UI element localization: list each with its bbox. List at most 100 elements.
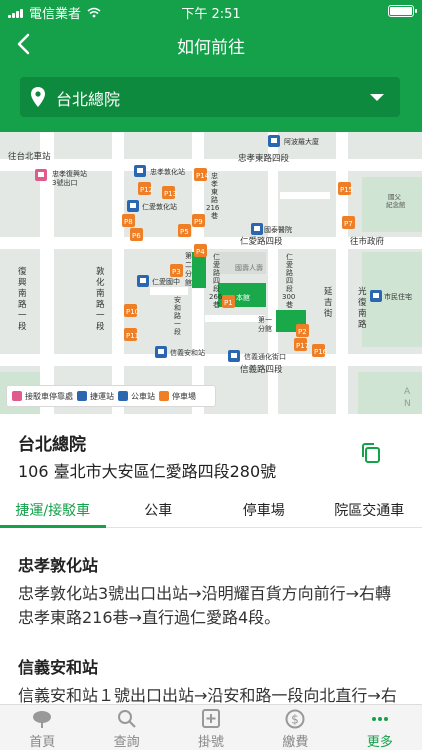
map-label-city-bus: 市民住宅 [384, 292, 412, 301]
map-label-guoshou: 國壽人壽 [235, 263, 263, 272]
bus-icon-city-bus [370, 290, 382, 302]
parking-marker-label: P5 [180, 228, 189, 236]
parking-marker: P1 [222, 295, 235, 308]
parking-marker: P13 [162, 186, 177, 199]
tab-metro-shuttle[interactable]: 捷運/接駁車 [0, 490, 106, 528]
location-pin-icon [31, 87, 45, 107]
copy-icon[interactable] [360, 442, 382, 464]
more-dots-icon [371, 717, 388, 721]
parking-marker-label: P2 [298, 328, 307, 336]
nav-more[interactable]: 更多 [338, 705, 422, 750]
directions-content: 忠孝敦化站 忠孝敦化站3號出口出站→沿明耀百貨方向前行→右轉忠孝東路216巷→直… [0, 528, 422, 704]
legend-bus: 公車站 [118, 391, 155, 402]
parking-marker-label: P9 [194, 218, 203, 226]
bus-icon-xinyi-tonghua [228, 350, 240, 362]
status-time: 下午 2:51 [181, 7, 241, 22]
parking-marker: P12 [138, 182, 153, 195]
map-label-xinyi-anhe: 信義安和站 [170, 348, 205, 357]
bus-icon-renai-dunhua [127, 200, 139, 212]
map-label-xinyi-tonghua: 信義通化街口 [244, 352, 286, 361]
map-label-guotai: 國泰醫院 [264, 225, 292, 234]
parking-marker: P6 [130, 228, 143, 241]
map-label-apollo: 阿波羅大廈 [284, 137, 319, 146]
parking-marker-label: P7 [344, 220, 353, 228]
parking-marker: P7 [342, 216, 355, 229]
metro-legend-icon [77, 391, 87, 401]
legend-parking: 停車場 [159, 391, 196, 402]
parking-marker: P4 [194, 244, 207, 257]
nav-register[interactable]: 掛號 [169, 705, 253, 750]
parking-marker: P17 [294, 338, 309, 351]
parking-marker-label: P17 [296, 342, 309, 350]
metro-icon-xinyi-anhe [155, 346, 167, 358]
dollar-icon: $ [285, 709, 305, 729]
parking-marker: P9 [192, 214, 205, 227]
shuttle-legend-icon [12, 391, 22, 401]
location-select[interactable]: 台北總院 [20, 77, 400, 117]
svg-text:$: $ [292, 713, 300, 727]
parking-marker: P11 [124, 328, 139, 341]
address-block: 台北總院 106 臺北市大安區仁愛路四段280號 [0, 414, 422, 484]
parking-marker: P10 [124, 304, 139, 317]
parking-marker: P15 [338, 182, 353, 195]
plus-square-icon [202, 709, 221, 728]
location-value: 台北總院 [56, 90, 121, 109]
nav-search[interactable]: 查詢 [84, 705, 168, 750]
hospital-name: 台北總院 [18, 435, 86, 455]
parking-marker-label: P1 [224, 299, 233, 307]
map-label-renai: 仁愛路四段 [240, 236, 283, 247]
hospital-address: 106 臺北市大安區仁愛路四段280號 [18, 462, 277, 481]
map-label-station: 往台北車站 [8, 151, 51, 162]
map-legend: 接駁車停靠處 捷運站 公車站 停車場 [6, 385, 216, 407]
parking-marker: P3 [170, 264, 183, 277]
nav-bar: 如何前往 [0, 22, 422, 66]
search-icon [117, 710, 136, 728]
bottom-nav: 首頁 查詢 掛號 $ 繳費 更多 [0, 704, 422, 750]
section-title: 信義安和站 [18, 658, 99, 677]
bus-icon-guotai [251, 223, 263, 235]
parking-marker: P5 [178, 224, 191, 237]
bus-icon-renai-junior [137, 275, 149, 287]
map-label-zhongxiao: 忠孝東路四段 [238, 153, 290, 164]
section-text: 信義安和站１號出口出站→沿安和路一段向北直行→右轉仁愛路四段266巷。 [18, 686, 397, 704]
nav-home[interactable]: 首頁 [0, 705, 84, 750]
parking-marker-label: P11 [126, 332, 139, 340]
status-bar: 電信業者 下午 2:51 [0, 0, 422, 22]
direction-section: 信義安和站 信義安和站１號出口出站→沿安和路一段向北直行→右轉仁愛路四段266巷… [0, 654, 422, 704]
parking-marker-label: P10 [126, 308, 139, 316]
section-title: 忠孝敦化站 [18, 556, 99, 575]
parking-marker-label: P3 [172, 268, 181, 276]
location-map[interactable]: 本館 往台北車站 忠孝東路四段 仁愛路四段 往市政府 信義路四段 阿波羅大廈 忠… [0, 132, 422, 414]
metro-icon-zhongxiao-fuxing [35, 169, 47, 181]
parking-marker: P2 [296, 324, 309, 337]
section-text: 忠孝敦化站3號出口出站→沿明耀百貨方向前行→右轉忠孝東路216巷→直行過仁愛路4… [18, 584, 391, 627]
legend-metro: 捷運站 [77, 391, 114, 402]
parking-marker-label: P6 [132, 232, 141, 240]
tab-campus-shuttle[interactable]: 院區交通車 [317, 490, 422, 527]
map-label-xinyi: 信義路四段 [240, 364, 283, 375]
map-label-city-hall: 往市政府 [350, 236, 385, 247]
parking-marker-label: P13 [164, 190, 177, 198]
nav-payment[interactable]: $ 繳費 [253, 705, 337, 750]
parking-marker-label: P8 [124, 218, 133, 226]
tree-icon [33, 711, 52, 728]
parking-marker-label: P12 [140, 186, 153, 194]
map-drawing: 本館 往台北車站 忠孝東路四段 仁愛路四段 往市政府 信義路四段 阿波羅大廈 忠… [0, 132, 422, 414]
bus-icon-apollo [268, 135, 280, 147]
map-label-zhongxiao-dunhua: 忠孝敦化站 [150, 167, 185, 176]
legend-shuttle: 接駁車停靠處 [12, 391, 73, 402]
parking-marker-label: P16 [314, 348, 328, 356]
tab-bus[interactable]: 公車 [106, 490, 212, 527]
map-label-yanji: 延吉街 [324, 286, 333, 319]
parking-legend-icon [159, 391, 169, 401]
parking-marker-label: P4 [196, 248, 205, 256]
parking-marker-label: P15 [340, 186, 353, 194]
map-label-renai-junior: 仁愛國中 [152, 277, 180, 286]
main-building-label: 本館 [236, 293, 250, 302]
metro-icon-zhongxiao-dunhua [134, 165, 146, 177]
page-title: 如何前往 [177, 38, 245, 58]
parking-marker-label: P14 [196, 172, 210, 180]
transport-tabs: 捷運/接駁車 公車 停車場 院區交通車 [0, 490, 422, 528]
tab-parking[interactable]: 停車場 [211, 490, 317, 527]
map-label-anhe: 安和路一段 [174, 295, 181, 336]
